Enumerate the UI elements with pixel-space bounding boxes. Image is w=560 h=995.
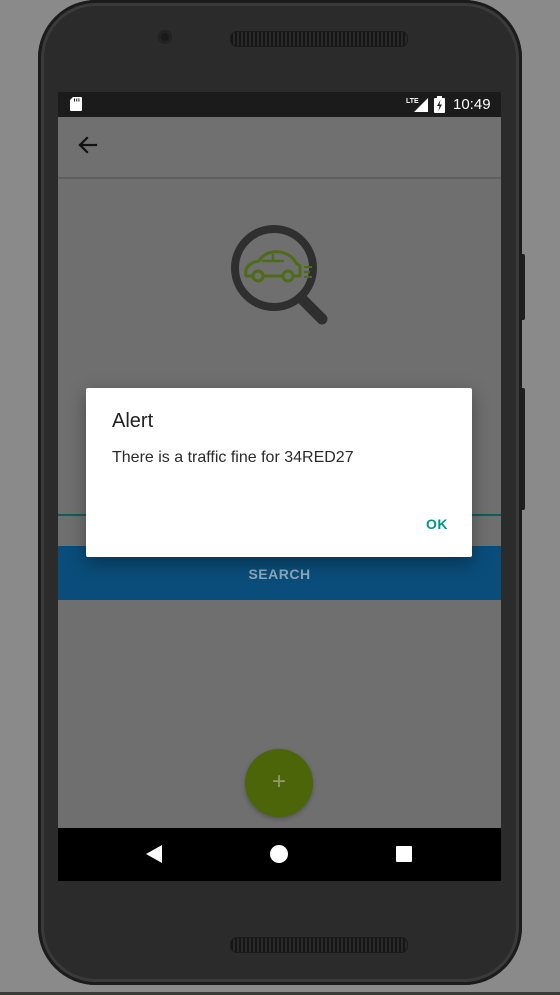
front-camera [158, 30, 172, 44]
home-circle-icon[interactable] [270, 845, 288, 863]
svg-text:LTE: LTE [406, 98, 419, 105]
app-screen: LTE 10:49 SEARCH + Alert There is a traf… [58, 92, 501, 881]
sd-card-icon [70, 97, 82, 111]
status-clock: 10:49 [453, 96, 491, 113]
volume-button [520, 388, 525, 510]
app-toolbar [58, 117, 501, 179]
add-fab-button[interactable]: + [245, 749, 313, 817]
bottom-speaker-grille [230, 937, 408, 953]
battery-charging-icon [434, 96, 445, 113]
back-triangle-icon[interactable] [145, 844, 163, 864]
dialog-message: There is a traffic fine for 34RED27 [112, 449, 354, 466]
top-speaker-grille [230, 31, 408, 47]
alert-dialog: Alert There is a traffic fine for 34RED2… [86, 388, 472, 557]
status-bar: LTE 10:49 [58, 92, 501, 117]
system-nav-bar [58, 828, 501, 881]
dialog-title: Alert [112, 410, 154, 432]
ok-button[interactable]: OK [426, 516, 448, 532]
car-search-icon [231, 225, 328, 325]
arrow-left-icon[interactable] [72, 129, 104, 161]
power-button [520, 254, 525, 320]
lte-signal-icon: LTE [406, 98, 428, 112]
recents-square-icon[interactable] [396, 846, 412, 862]
